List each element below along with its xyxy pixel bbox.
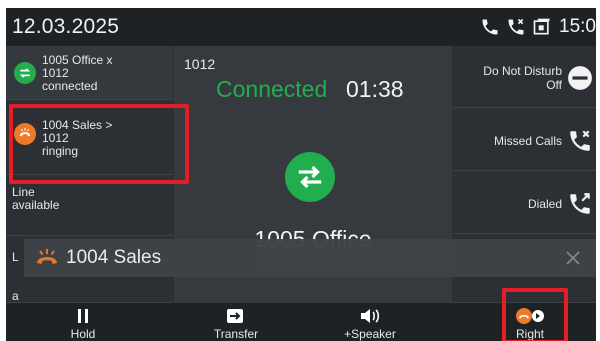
clock-display: 15:0	[559, 16, 596, 37]
close-icon[interactable]	[562, 247, 584, 269]
line-key-3-text: Line available	[12, 186, 59, 212]
line-key-1-state: connected	[42, 79, 98, 93]
line-key-4-state: a	[12, 289, 19, 303]
pause-icon	[33, 306, 133, 326]
incoming-call-banner[interactable]: 1004 Sales	[24, 239, 596, 277]
speaker-icon	[320, 306, 420, 326]
speaker-label: +Speaker	[344, 327, 396, 341]
call-timer: 01:38	[346, 76, 404, 102]
line-key-3-state: available	[12, 198, 60, 212]
dnd-key[interactable]: Do Not Disturb Off	[453, 46, 596, 108]
call-icon	[479, 16, 501, 38]
transfer-label: Transfer	[213, 327, 259, 341]
dnd-icon	[566, 64, 594, 92]
incoming-caller-name: 1004 Sales	[66, 247, 162, 268]
line-key-3[interactable]: Line available	[6, 176, 173, 236]
hold-label: Hold	[70, 327, 96, 341]
missed-call-icon	[505, 16, 527, 38]
missed-calls-key[interactable]: Missed Calls	[453, 109, 596, 171]
call-transfer-icon	[285, 152, 335, 202]
dnd-key-label: Do Not Disturb Off	[483, 64, 562, 92]
transfer-icon	[186, 306, 286, 326]
dialed-key-label: Dialed	[527, 197, 562, 211]
date-display: 12.03.2025	[12, 15, 120, 38]
own-extension: 1012	[184, 56, 216, 72]
status-bar: 12.03.2025 15:0	[6, 8, 596, 46]
speaker-button[interactable]: +Speaker	[320, 303, 420, 341]
line-key-1[interactable]: 1005 Office x 1012 connected	[6, 46, 173, 100]
dialed-call-icon	[566, 190, 594, 218]
line-key-4-label: L	[12, 250, 19, 264]
dialed-key[interactable]: Dialed	[453, 172, 596, 234]
calendar-icon	[531, 16, 553, 38]
highlight-box-right-softkey	[502, 288, 568, 341]
status-icons: 15:0	[479, 8, 596, 46]
missed-call-icon	[566, 127, 594, 155]
transfer-button[interactable]: Transfer	[186, 303, 286, 341]
missed-calls-key-label: Missed Calls	[493, 134, 562, 148]
phone-screen: 12.03.2025 15:0 1005 Office x 1012 conne…	[6, 8, 596, 341]
highlight-box-ringing-line	[9, 104, 189, 184]
call-status: Connected	[216, 76, 328, 102]
ringing-phone-icon	[34, 247, 60, 269]
hold-button[interactable]: Hold	[33, 303, 133, 341]
line-key-4-text: L a	[12, 245, 19, 303]
dnd-key-title: Do Not Disturb	[483, 64, 562, 78]
call-active-icon	[14, 62, 36, 84]
line-key-1-text: 1005 Office x 1012 connected	[42, 54, 113, 93]
dnd-key-state: Off	[546, 78, 562, 92]
